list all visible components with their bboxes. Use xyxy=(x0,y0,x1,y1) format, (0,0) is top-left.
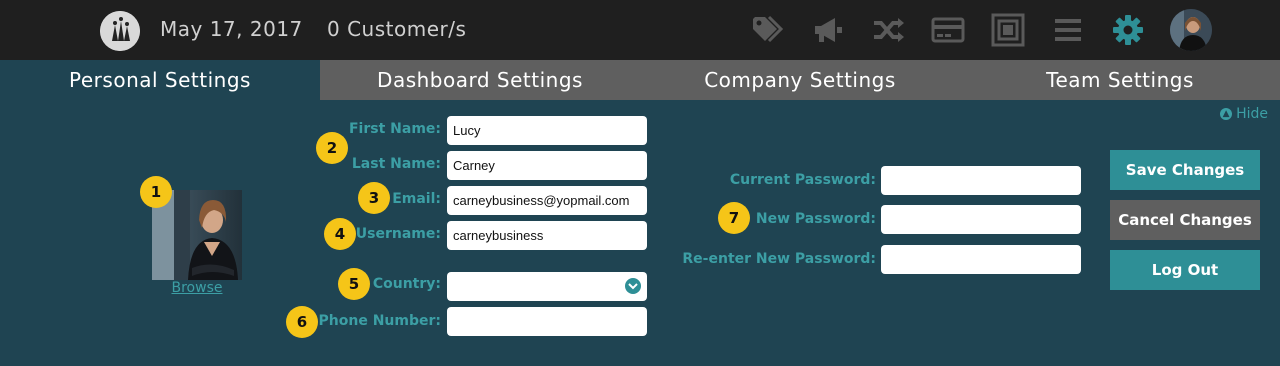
username-label: Username: xyxy=(355,226,441,242)
tab-team-settings[interactable]: Team Settings xyxy=(960,60,1280,100)
tab-company-settings[interactable]: Company Settings xyxy=(640,60,960,100)
megaphone-icon[interactable] xyxy=(810,13,846,47)
reenter-password-field[interactable] xyxy=(881,245,1081,274)
shuffle-icon[interactable] xyxy=(870,13,906,47)
customer-count: 0 Customer/s xyxy=(327,17,467,41)
hide-link[interactable]: ▲ Hide xyxy=(1220,106,1268,122)
last-name-field[interactable] xyxy=(447,151,647,180)
tab-dashboard-settings[interactable]: Dashboard Settings xyxy=(320,60,640,100)
browse-link[interactable]: Browse xyxy=(152,280,242,296)
username-field[interactable] xyxy=(447,221,647,250)
settings-tabs: Personal Settings Dashboard Settings Com… xyxy=(0,60,1280,100)
top-bar: May 17, 2017 0 Customer/s xyxy=(0,0,1280,60)
layers-icon[interactable] xyxy=(990,13,1026,47)
credit-card-icon[interactable] xyxy=(930,13,966,47)
annotation-badge-1: 1 xyxy=(140,176,172,208)
current-password-field[interactable] xyxy=(881,166,1081,195)
current-password-label: Current Password: xyxy=(729,172,876,188)
phone-number-label: Phone Number: xyxy=(318,313,441,329)
new-password-field[interactable] xyxy=(881,205,1081,234)
cancel-changes-button[interactable]: Cancel Changes xyxy=(1110,200,1260,240)
email-field[interactable] xyxy=(447,186,647,215)
first-name-field[interactable] xyxy=(447,116,647,145)
save-changes-button[interactable]: Save Changes xyxy=(1110,150,1260,190)
chevron-up-icon: ▲ xyxy=(1220,108,1233,120)
menu-icon[interactable] xyxy=(1050,13,1086,47)
hide-label: Hide xyxy=(1236,106,1268,122)
email-label: Email: xyxy=(392,191,441,207)
user-avatar[interactable] xyxy=(1170,9,1212,51)
gear-icon[interactable] xyxy=(1110,13,1146,47)
first-name-label: First Name: xyxy=(348,121,441,137)
country-label: Country: xyxy=(372,276,441,292)
new-password-label: New Password: xyxy=(755,211,876,227)
tab-personal-settings[interactable]: Personal Settings xyxy=(0,60,320,100)
company-logo[interactable] xyxy=(100,11,140,51)
phone-number-field[interactable] xyxy=(447,307,647,336)
current-date: May 17, 2017 xyxy=(160,17,303,41)
country-select[interactable] xyxy=(447,272,647,301)
tags-icon[interactable] xyxy=(750,13,786,47)
last-name-label: Last Name: xyxy=(351,156,441,172)
reenter-password-label: Re-enter New Password: xyxy=(682,251,876,267)
log-out-button[interactable]: Log Out xyxy=(1110,250,1260,290)
